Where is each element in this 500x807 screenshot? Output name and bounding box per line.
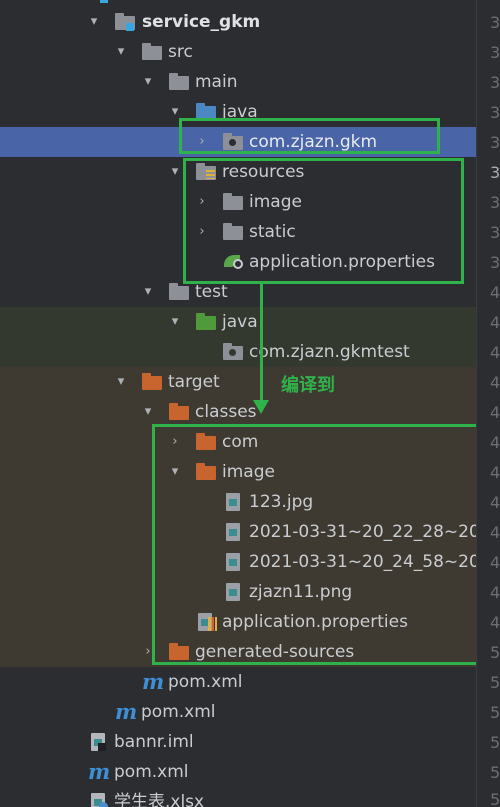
line-number: 4 <box>490 553 500 572</box>
folder-icon <box>169 283 189 301</box>
chevron-down-icon[interactable]: ▾ <box>115 374 127 390</box>
folder-icon <box>169 73 189 91</box>
compile-arrow-line <box>260 284 263 402</box>
line-number: 3 <box>490 253 500 272</box>
line-number: 3 <box>490 43 500 62</box>
folder-icon <box>142 43 162 61</box>
line-number: 4 <box>490 583 500 602</box>
line-number: 3 <box>490 163 500 182</box>
line-number: 4 <box>490 523 500 542</box>
iml-file-icon <box>88 733 108 751</box>
line-number: 3 <box>490 73 500 92</box>
chevron-down-icon[interactable]: ▾ <box>115 44 127 60</box>
line-number: 3 <box>490 13 500 32</box>
maven-icon: m <box>115 699 138 724</box>
line-number: 3 <box>490 193 500 212</box>
tree-row-src[interactable]: ▾ src <box>0 37 476 67</box>
line-number: 4 <box>490 343 500 362</box>
line-number: 4 <box>490 463 500 482</box>
project-tree: ▾ service_gkm ▾ src ▾ main ▾ java › com.… <box>0 0 476 807</box>
tree-row-pom-xml[interactable]: m pom.xml <box>0 667 476 697</box>
chevron-down-icon[interactable]: ▾ <box>169 164 181 180</box>
chevron-down-icon[interactable]: ▾ <box>142 404 154 420</box>
line-number-gutter: 3 3 3 3 3 3 3 3 3 4 4 4 4 4 4 4 4 4 4 4 … <box>476 0 500 807</box>
line-number: 5 <box>490 763 500 782</box>
tree-row-label: service_gkm <box>142 12 261 32</box>
line-number: 5 <box>490 673 500 692</box>
chevron-down-icon[interactable]: ▾ <box>142 74 154 90</box>
tree-row-classes[interactable]: ▾ classes <box>0 397 476 427</box>
tree-row-com-zjazn-gkmtest[interactable]: com.zjazn.gkmtest <box>0 337 476 367</box>
tree-row-label: target <box>168 372 220 392</box>
line-number: 5 <box>490 703 500 722</box>
maven-icon: m <box>142 669 165 694</box>
tree-row-bannr-iml[interactable]: bannr.iml <box>0 727 476 757</box>
tree-row-pom-xml[interactable]: m pom.xml <box>0 697 476 727</box>
tree-row-pom-xml[interactable]: m pom.xml <box>0 757 476 787</box>
excluded-folder-icon <box>142 373 162 391</box>
tree-row-xlsx[interactable]: 学生表.xlsx <box>0 787 476 807</box>
tree-row-label: pom.xml <box>168 672 243 692</box>
tree-row-service-gkm[interactable]: ▾ service_gkm <box>0 7 476 37</box>
tree-row-label: bannr.iml <box>114 732 194 752</box>
line-number: 4 <box>490 613 500 632</box>
excluded-folder-icon <box>169 403 189 421</box>
chevron-down-icon[interactable]: ▾ <box>88 14 100 30</box>
compile-arrow-head-icon <box>253 400 269 414</box>
tree-row-label: main <box>195 72 238 92</box>
line-number: 5 <box>490 790 500 807</box>
line-number: 5 <box>490 733 500 752</box>
line-number: 4 <box>490 403 500 422</box>
tree-row-label: 学生表.xlsx <box>114 792 205 807</box>
tree-row-label: java <box>222 312 258 332</box>
chevron-down-icon[interactable]: ▾ <box>169 314 181 330</box>
tree-row-label: pom.xml <box>141 702 216 722</box>
highlight-box-resources <box>183 158 464 284</box>
package-icon <box>223 343 243 361</box>
tree-row-target[interactable]: ▾ target <box>0 367 476 397</box>
line-number: 4 <box>490 373 500 392</box>
line-number: 4 <box>490 313 500 332</box>
line-number: 5 <box>490 643 500 662</box>
tree-row-main[interactable]: ▾ main <box>0 67 476 97</box>
line-number: 4 <box>490 433 500 452</box>
module-folder-icon <box>115 13 135 31</box>
maven-icon: m <box>88 759 111 784</box>
line-number: 3 <box>490 223 500 242</box>
test-source-folder-icon <box>196 313 216 331</box>
tree-row-label: pom.xml <box>114 762 189 782</box>
compile-annotation: 编译到 <box>281 375 335 396</box>
highlight-box-package <box>179 118 440 154</box>
line-number: 4 <box>490 283 500 302</box>
tree-row-test-java[interactable]: ▾ java <box>0 307 476 337</box>
xlsx-file-icon <box>88 793 108 807</box>
highlight-box-classes <box>152 424 476 665</box>
tree-row-label: test <box>195 282 228 302</box>
line-number: 4 <box>490 493 500 512</box>
tree-row-label: classes <box>195 402 257 422</box>
chevron-down-icon[interactable]: ▾ <box>142 284 154 300</box>
line-number: 3 <box>490 133 500 152</box>
tree-row-label: com.zjazn.gkmtest <box>249 342 410 362</box>
scroll-indicator <box>100 0 108 3</box>
tree-row-label: src <box>168 42 193 62</box>
line-number: 3 <box>490 103 500 122</box>
